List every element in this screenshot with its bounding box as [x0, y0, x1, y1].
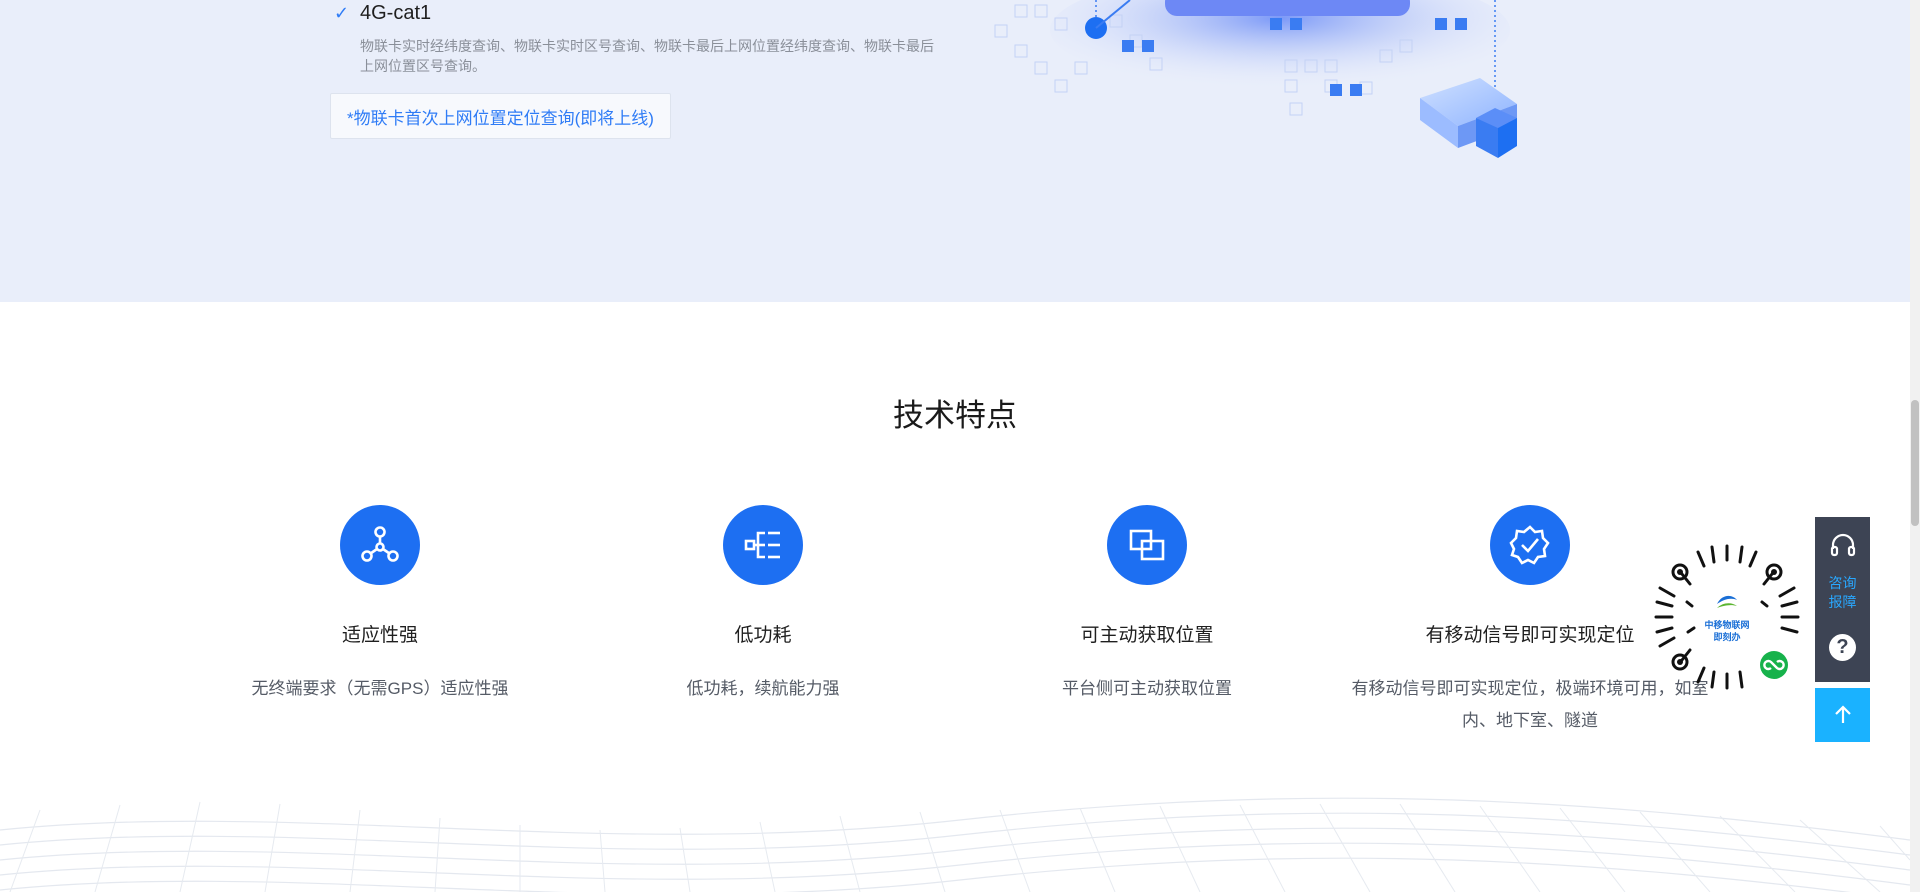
mini-program-icon — [1760, 651, 1788, 679]
tech-card-active-location: 可主动获取位置 平台侧可主动获取位置 — [955, 505, 1339, 705]
page-scrollbar[interactable] — [1910, 0, 1920, 892]
verified-badge-icon — [1490, 505, 1570, 585]
feature-item: ✓ 4G-cat1 — [334, 0, 431, 26]
tech-card-adaptability: 适应性强 无终端要求（无需GPS）适应性强 — [188, 505, 572, 705]
floating-service-panel: 咨询报障 ? — [1815, 517, 1870, 682]
scrollbar-thumb[interactable] — [1911, 400, 1919, 526]
tech-desc: 低功耗，续航能力强 — [686, 679, 840, 698]
consult-report-button[interactable]: 咨询报障 — [1827, 574, 1859, 612]
check-icon: ✓ — [334, 3, 350, 23]
overlap-squares-icon — [1107, 505, 1187, 585]
feature-section: ✓ 4G-cat1 物联卡实时经纬度查询、物联卡实时区号查询、物联卡最后上网位置… — [0, 0, 1910, 302]
china-mobile-logo-icon — [1717, 595, 1737, 608]
tech-name: 可主动获取位置 — [1080, 625, 1214, 646]
tech-name: 低功耗 — [734, 625, 792, 646]
qr-logo: 中移物联网 即刻办 — [1696, 588, 1758, 646]
feature-description: 物联卡实时经纬度查询、物联卡实时区号查询、物联卡最后上网位置经纬度查询、物联卡最… — [360, 38, 934, 74]
coming-soon-box: *物联卡首次上网位置定位查询(即将上线) — [330, 93, 671, 139]
back-to-top-button[interactable] — [1815, 688, 1870, 742]
feature-title: 4G-cat1 — [360, 2, 432, 24]
help-icon[interactable]: ? — [1829, 634, 1856, 661]
headset-icon[interactable] — [1829, 531, 1857, 564]
data-flow-icon — [723, 505, 803, 585]
tech-card-low-power: 低功耗 低功耗，续航能力强 — [571, 505, 955, 705]
tech-desc: 无终端要求（无需GPS）适应性强 — [251, 679, 509, 698]
tech-name: 适应性强 — [341, 625, 418, 646]
coming-soon-text: *物联卡首次上网位置定位查询(即将上线) — [347, 108, 654, 128]
location-illustration — [994, 0, 1517, 158]
wave-mesh-decoration — [0, 797, 1910, 892]
tech-features-title: 技术特点 — [893, 398, 1017, 433]
qr-logo-line2: 即刻办 — [1713, 632, 1741, 642]
network-icon — [340, 505, 420, 585]
qr-logo-line1: 中移物联网 — [1704, 620, 1750, 630]
arrow-up-icon — [1834, 705, 1851, 723]
tech-desc: 平台侧可主动获取位置 — [1062, 679, 1232, 698]
